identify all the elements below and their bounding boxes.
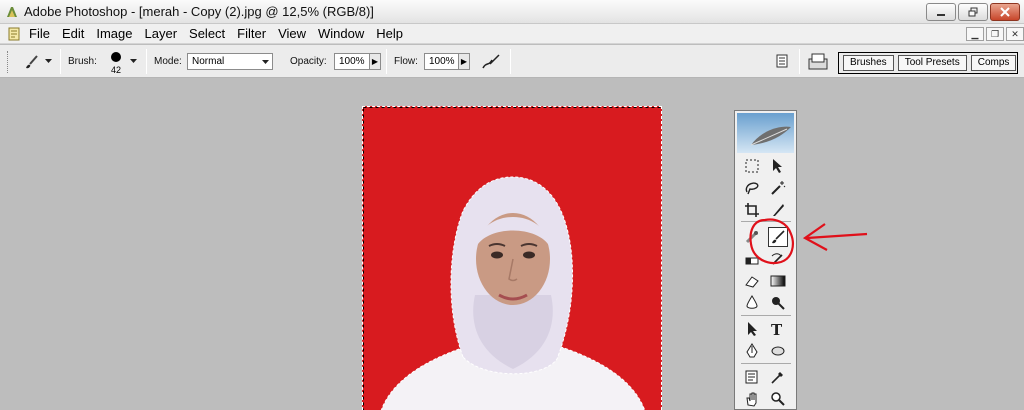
doc-close-button[interactable]: ✕ — [1006, 27, 1024, 41]
opacity-arrow-button[interactable]: ▶ — [369, 53, 381, 70]
toolbox-separator — [741, 363, 791, 364]
brush-preview-icon[interactable] — [110, 51, 122, 63]
menu-image[interactable]: Image — [96, 26, 138, 41]
opacity-input[interactable]: 100% — [334, 53, 370, 70]
eyedropper-icon — [771, 372, 783, 384]
document-icon[interactable] — [7, 27, 21, 41]
marquee-icon — [745, 159, 759, 173]
airbrush-icon[interactable] — [480, 52, 502, 72]
chevron-down-icon[interactable] — [130, 59, 137, 64]
menu-edit[interactable]: Edit — [62, 26, 90, 41]
menu-view[interactable]: View — [278, 26, 312, 41]
separator — [386, 49, 387, 74]
brush-size: 42 — [111, 65, 122, 75]
pen-icon — [746, 343, 758, 358]
dodge-tool[interactable] — [768, 293, 788, 313]
pen-tool[interactable] — [742, 341, 762, 361]
portrait-image — [363, 107, 661, 410]
chevron-down-icon[interactable] — [45, 59, 52, 64]
zoom-tool[interactable] — [768, 389, 788, 409]
svg-text:T: T — [771, 321, 783, 337]
tab-brushes[interactable]: Brushes — [843, 55, 894, 71]
doc-minimize-button[interactable]: ▁ — [966, 27, 984, 41]
flow-arrow-button[interactable]: ▶ — [458, 53, 470, 70]
feather-icon — [750, 126, 791, 146]
brush-tool-icon[interactable] — [22, 53, 40, 71]
blur-tool[interactable] — [742, 293, 762, 313]
restore-icon — [968, 7, 978, 17]
tab-comps[interactable]: Comps — [970, 55, 1017, 71]
flow-value: 100% — [429, 56, 455, 67]
magic-wand-icon — [771, 181, 786, 195]
palette-well: Brushes Tool Presets Comps — [838, 52, 1018, 74]
document-canvas[interactable] — [362, 106, 662, 410]
restore-button[interactable] — [958, 3, 988, 21]
menu-window[interactable]: Window — [318, 26, 370, 41]
menu-select[interactable]: Select — [189, 26, 231, 41]
opacity-label: Opacity: — [290, 56, 327, 67]
brush-label: Brush: — [68, 56, 97, 67]
flow-input[interactable]: 100% — [424, 53, 459, 70]
dodge-icon — [772, 297, 785, 310]
shape-tool[interactable] — [768, 341, 788, 361]
menu-layer[interactable]: Layer — [145, 26, 184, 41]
move-tool[interactable] — [768, 156, 788, 176]
water-drop-icon — [746, 295, 758, 309]
toolbox-separator — [741, 315, 791, 316]
type-icon: T — [771, 321, 783, 337]
minimize-icon — [937, 14, 945, 16]
eraser-tool-icon — [745, 276, 759, 288]
lasso-tool[interactable] — [742, 178, 762, 198]
lasso-icon — [745, 182, 759, 195]
menu-file[interactable]: File — [29, 26, 56, 41]
gradient-icon — [770, 275, 786, 287]
menu-filter[interactable]: Filter — [237, 26, 272, 41]
hand-tool[interactable] — [742, 389, 762, 409]
magnifier-icon — [771, 392, 785, 406]
opacity-value: 100% — [339, 56, 365, 67]
close-button[interactable] — [990, 3, 1020, 21]
hand-icon — [746, 392, 757, 407]
notes-tool[interactable] — [742, 367, 762, 387]
menu-help[interactable]: Help — [376, 26, 409, 41]
separator — [510, 49, 511, 74]
mode-select[interactable]: Normal — [187, 53, 273, 70]
mode-value: Normal — [192, 56, 225, 67]
title-bar: Adobe Photoshop - [merah - Copy (2).jpg … — [0, 0, 1024, 24]
marquee-tool[interactable] — [742, 156, 762, 176]
move-icon — [773, 159, 782, 173]
mode-label: Mode: — [154, 56, 182, 67]
doc-restore-button[interactable]: ❐ — [986, 27, 1004, 41]
separator — [799, 49, 800, 74]
path-selection-icon — [748, 322, 757, 336]
close-icon — [1000, 7, 1010, 17]
minimize-button[interactable] — [926, 3, 956, 21]
eraser-tool[interactable] — [742, 271, 762, 291]
path-selection-tool[interactable] — [742, 319, 762, 339]
gradient-tool[interactable] — [768, 271, 788, 291]
options-grip[interactable] — [7, 51, 10, 73]
ellipse-icon — [771, 346, 785, 356]
menu-bar: File Edit Image Layer Select Filter View… — [0, 24, 1024, 44]
chevron-down-icon — [262, 60, 269, 64]
annotation-circle-arrow — [749, 218, 868, 265]
type-tool[interactable]: T — [768, 319, 788, 339]
eyedropper-tool[interactable] — [768, 367, 788, 387]
separator — [60, 49, 61, 74]
file-browser-icon[interactable] — [807, 51, 829, 71]
window-title: Adobe Photoshop - [merah - Copy (2).jpg … — [24, 4, 374, 19]
separator — [146, 49, 147, 74]
palette-options-icon[interactable] — [775, 53, 789, 69]
photoshop-app-icon — [7, 7, 17, 17]
magic-wand-tool[interactable] — [768, 178, 788, 198]
tab-tool-presets[interactable]: Tool Presets — [897, 55, 967, 71]
notes-icon — [745, 370, 758, 384]
toolbox-header[interactable] — [737, 113, 794, 153]
flow-label: Flow: — [394, 56, 418, 67]
